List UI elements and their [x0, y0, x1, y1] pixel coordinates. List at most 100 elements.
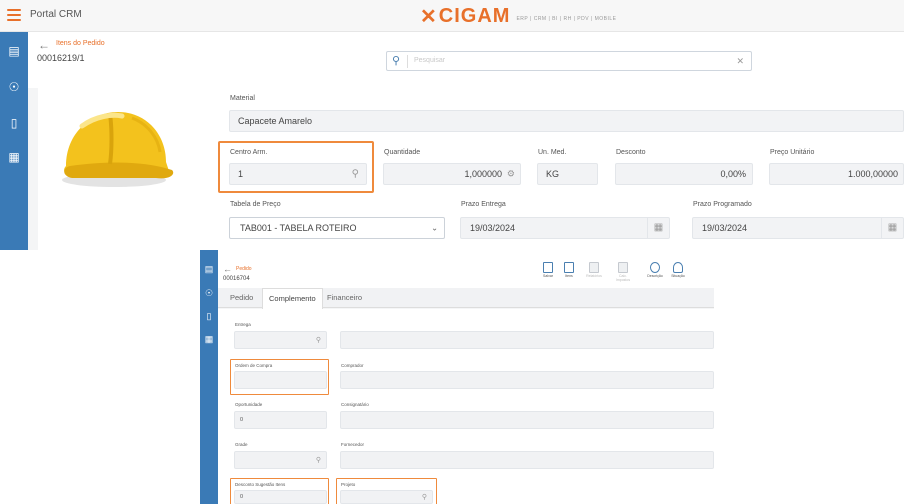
order-complement-screen: ▤ ☉ ▯ ▦ ← Pedido 00016704 Salvar Itens R… [200, 250, 714, 504]
fornecedor-label: Fornecedor [341, 442, 365, 447]
prazo-entrega-value: 19/03/2024 [470, 223, 516, 233]
clear-icon[interactable]: ✕ [736, 56, 744, 67]
grade-label: Grade [235, 442, 248, 447]
material-value: Capacete Amarelo [238, 116, 313, 126]
search-divider [407, 55, 408, 68]
quantidade-label: Quantidade [384, 149, 421, 156]
preco-unitario-field[interactable]: 1.000,00000 [769, 163, 904, 185]
oportunidade-field[interactable]: 0 [234, 411, 327, 429]
tab-financeiro[interactable]: Financeiro [327, 293, 362, 302]
grade-field[interactable]: ⚲ [234, 451, 327, 469]
calc-taxes-label: Calc. Impostos [615, 274, 631, 282]
desconto-label: Desconto [616, 149, 646, 156]
customer-icon[interactable]: ☉ [203, 288, 215, 299]
status-icon [673, 262, 683, 273]
preco-unitario-label: Preço Unitário [770, 149, 815, 156]
reports-button[interactable]: Relatórios [584, 262, 604, 278]
breadcrumb[interactable]: Pedido [236, 266, 252, 272]
desconto-sugestao-highlight [230, 478, 329, 504]
consignatario-field[interactable] [340, 411, 714, 429]
prazo-programado-label: Prazo Programado [693, 201, 752, 208]
item-order-screen: Portal CRM ✕ CIGAM ERP | CRM | BI | RH |… [0, 0, 904, 250]
comprador-label: Comprador [341, 363, 364, 368]
status-button[interactable]: Situação [668, 262, 688, 278]
tab-pedido[interactable]: Pedido [230, 293, 253, 302]
tab-complemento[interactable]: Complemento [262, 288, 323, 309]
description-button[interactable]: Descrição [645, 262, 665, 278]
quantity-settings-icon[interactable]: ⚙ [507, 169, 515, 180]
grade-search-icon[interactable]: ⚲ [316, 456, 321, 464]
back-arrow-icon[interactable]: ← [38, 38, 50, 52]
bag-icon[interactable]: ▯ [203, 311, 215, 322]
un-med-field[interactable]: KG [537, 163, 598, 185]
items-button[interactable]: Itens [559, 262, 579, 278]
save-button[interactable]: Salvar [538, 262, 558, 278]
material-field[interactable]: Capacete Amarelo [229, 110, 904, 132]
quantidade-value: 1,000000 [464, 169, 502, 179]
tabela-preco-select[interactable]: TAB001 - TABELA ROTEIRO ⌄ [229, 217, 445, 239]
sales-icon[interactable]: ▤ [7, 44, 21, 58]
report-icon[interactable]: ▦ [7, 150, 21, 164]
search-placeholder: Pesquisar [414, 57, 446, 64]
description-icon [650, 262, 660, 273]
calculator-icon [618, 262, 628, 273]
reports-label: Relatórios [586, 274, 602, 278]
helmet-image [62, 112, 174, 187]
consignatario-label: Consignatário [341, 402, 369, 407]
quantidade-field[interactable]: 1,000000 ⚙ [383, 163, 521, 185]
un-med-value: KG [546, 169, 560, 179]
ordem-compra-highlight [230, 359, 329, 395]
cigam-logo: ✕ CIGAM ERP | CRM | BI | RH | PDV | MOBI… [420, 4, 617, 28]
search-input[interactable]: ⚲ Pesquisar ✕ [386, 51, 752, 71]
calendar-icon[interactable]: ▦ [881, 218, 903, 238]
items-label: Itens [565, 274, 573, 278]
calendar-icon[interactable]: ▦ [647, 218, 669, 238]
preco-unitario-value: 1.000,00000 [847, 169, 898, 179]
entrega-label: Entrega [235, 322, 251, 327]
sales-icon[interactable]: ▤ [203, 264, 215, 275]
prazo-programado-value: 19/03/2024 [702, 223, 748, 233]
search-icon[interactable]: ⚲ [392, 54, 400, 67]
sidebar: ▤ ☉ ▯ ▦ [0, 32, 28, 250]
report-icon [589, 262, 599, 273]
entrega-field[interactable]: ⚲ [234, 331, 327, 349]
save-label: Salvar [543, 274, 553, 278]
centro-arm-highlight [218, 141, 374, 193]
tabela-preco-label: Tabela de Preço [230, 201, 281, 208]
report-icon[interactable]: ▦ [203, 334, 215, 345]
calc-taxes-button[interactable]: Calc. Impostos [613, 262, 633, 282]
fornecedor-field[interactable] [340, 451, 714, 469]
list-icon [564, 262, 574, 273]
breadcrumb[interactable]: Itens do Pedido [56, 40, 105, 47]
oportunidade-value: 0 [240, 417, 244, 423]
logo-tagline: ERP | CRM | BI | RH | PDV | MOBILE [516, 16, 617, 22]
bag-icon[interactable]: ▯ [7, 116, 21, 130]
chevron-down-icon[interactable]: ⌄ [431, 224, 438, 233]
status-label: Situação [671, 274, 685, 278]
back-arrow-icon[interactable]: ← [223, 264, 232, 274]
prazo-programado-field[interactable]: 19/03/2024 ▦ [692, 217, 904, 239]
comprador-field[interactable] [340, 371, 714, 389]
desconto-field[interactable]: 0,00% [615, 163, 753, 185]
save-icon [543, 262, 553, 273]
entrega-description-field[interactable] [340, 331, 714, 349]
document-number: 00016219/1 [37, 53, 85, 63]
un-med-label: Un. Med. [538, 149, 567, 156]
cigam-logo-mark-icon: ✕ [420, 5, 437, 28]
entrega-search-icon[interactable]: ⚲ [316, 336, 321, 344]
desconto-value: 0,00% [720, 169, 746, 179]
item-card: Material Capacete Amarelo Centro Arm. 1 … [38, 86, 904, 250]
top-bar: Portal CRM ✕ CIGAM ERP | CRM | BI | RH |… [0, 0, 904, 32]
order-header: ← Pedido 00016704 Salvar Itens Relatório… [218, 250, 714, 288]
prazo-entrega-label: Prazo Entrega [461, 201, 506, 208]
projeto-highlight [336, 478, 437, 504]
app-title: Portal CRM [30, 9, 82, 20]
prazo-entrega-field[interactable]: 19/03/2024 ▦ [460, 217, 670, 239]
menu-icon[interactable] [7, 9, 21, 21]
customer-icon[interactable]: ☉ [7, 80, 21, 94]
tabela-preco-value: TAB001 - TABELA ROTEIRO [240, 223, 357, 233]
description-label: Descrição [647, 274, 663, 278]
material-label: Material [230, 95, 255, 102]
complement-form: Entrega ⚲ Ordem de Compra Comprador Opor… [218, 309, 714, 504]
sidebar: ▤ ☉ ▯ ▦ [200, 250, 218, 504]
